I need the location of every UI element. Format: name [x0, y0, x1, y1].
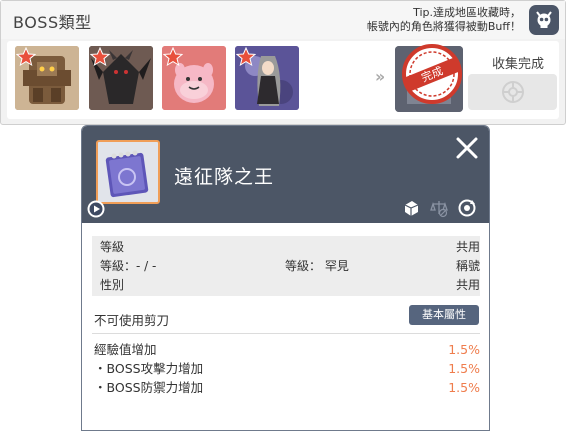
- basic-attributes-button[interactable]: 基本屬性: [409, 305, 479, 325]
- req-level-value: 共用: [455, 240, 480, 254]
- arrow-right-icon: ››: [375, 67, 385, 86]
- refresh-icon: [457, 198, 477, 218]
- tip-line-1: Tip.達成地區收藏時，: [413, 6, 521, 19]
- star-icon: [163, 47, 183, 67]
- no-scissors-text: 不可使用剪刀: [94, 313, 170, 328]
- play-icon[interactable]: [86, 199, 106, 219]
- calendar-book-icon: [105, 150, 149, 198]
- boss-skull-button[interactable]: [529, 5, 559, 35]
- requirements-box: 等級 共用 等級：- / - 等級： 罕見 稱號 性別 共用: [92, 236, 480, 296]
- star-icon: [90, 47, 110, 67]
- boss-card-magician[interactable]: [235, 46, 299, 110]
- tooltip-header-icons: [401, 198, 477, 218]
- collection-body: ›› 完成 收集完成: [7, 41, 559, 119]
- boss-card-dark-dragon[interactable]: [89, 46, 153, 110]
- stat-value: 1.5%: [448, 380, 480, 395]
- tip-line-2: 帳號內的角色將獲得被動Buff！: [366, 20, 521, 33]
- req-rarity: 等級： 罕見: [285, 259, 349, 273]
- skull-icon: [536, 11, 552, 28]
- complete-stamp-icon: 完成: [402, 44, 462, 104]
- boss-card-pink-bean[interactable]: [162, 46, 226, 110]
- stat-row-boss-defense: ・BOSS防禦力增加 1.5%: [94, 379, 480, 397]
- stat-value: 1.5%: [448, 342, 480, 357]
- item-name: 遠征隊之王: [174, 166, 275, 188]
- collection-title: BOSS類型: [13, 13, 92, 32]
- collection-header: BOSS類型 Tip.達成地區收藏時， 帳號內的角色將獲得被動Buff！: [1, 1, 565, 39]
- req-level-label: 等級: [100, 240, 125, 254]
- scale-disabled-icon: [429, 198, 449, 218]
- collect-complete-button[interactable]: [468, 74, 557, 110]
- req-level-range: 等級：- / -: [100, 259, 157, 273]
- gear-icon: [501, 81, 524, 103]
- stat-label: ・BOSS防禦力增加: [94, 380, 204, 395]
- star-icon: [16, 47, 36, 67]
- star-icon: [236, 47, 256, 67]
- stat-row-boss-attack: ・BOSS攻擊力增加 1.5%: [94, 360, 480, 378]
- stat-value: 1.5%: [448, 361, 480, 376]
- item-tooltip: 遠征隊之王 等級 共用 等級：- / - 等級： 罕見 稱號 性別 共用 不可使…: [81, 125, 490, 431]
- collect-complete-label: 收集完成: [491, 57, 544, 72]
- req-gender-value: 共用: [455, 278, 480, 292]
- tooltip-header: 遠征隊之王: [82, 126, 489, 223]
- boss-card-golem[interactable]: [15, 46, 79, 110]
- divider: [92, 333, 480, 334]
- cube-icon: [401, 198, 421, 218]
- boss-collection-panel: BOSS類型 Tip.達成地區收藏時， 帳號內的角色將獲得被動Buff！ ›› …: [0, 0, 566, 125]
- stat-row-exp: 經驗值增加 1.5%: [94, 341, 480, 359]
- close-icon[interactable]: [455, 136, 479, 160]
- stat-label: 經驗值增加: [94, 342, 157, 357]
- item-icon-frame: [96, 140, 160, 204]
- collection-tip: Tip.達成地區收藏時， 帳號內的角色將獲得被動Buff！: [281, 6, 521, 34]
- stat-label: ・BOSS攻擊力增加: [94, 361, 204, 376]
- req-item-type: 稱號: [455, 259, 480, 273]
- req-gender-label: 性別: [100, 278, 125, 292]
